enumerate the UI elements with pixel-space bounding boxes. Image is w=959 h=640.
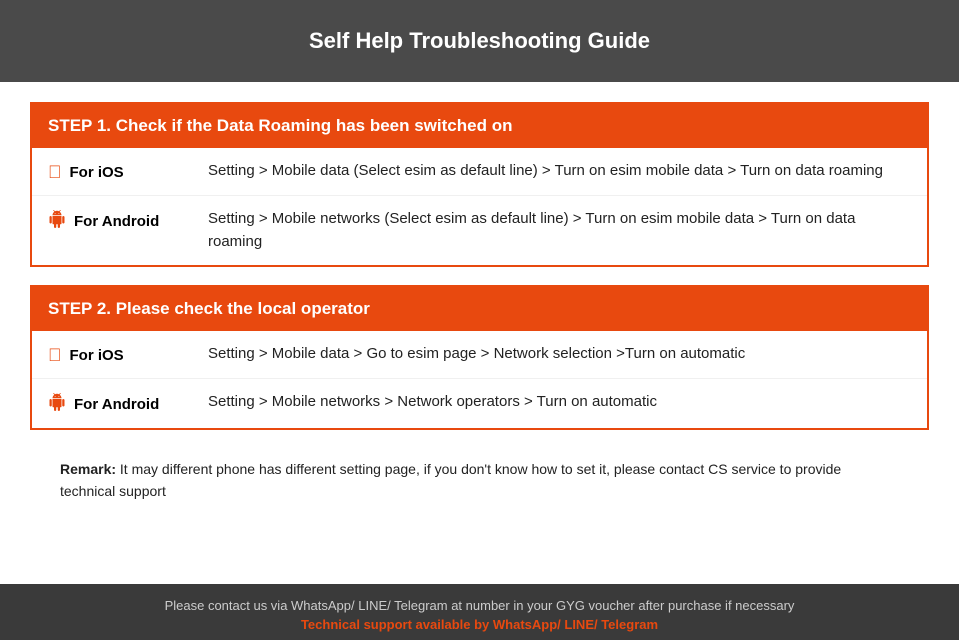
step1-ios-text: Setting > Mobile data (Select esim as de… (208, 160, 911, 183)
step1-block: STEP 1. Check if the Data Roaming has be… (30, 102, 929, 267)
remark-section: Remark: It may different phone has diffe… (30, 448, 929, 513)
step1-android-text: Setting > Mobile networks (Select esim a… (208, 208, 911, 253)
footer-support: Technical support available by WhatsApp/… (20, 617, 939, 632)
step1-ios-row:  For iOS Setting > Mobile data (Select … (32, 148, 927, 196)
step2-header: STEP 2. Please check the local operator (32, 287, 927, 331)
remark-label: Remark: (60, 461, 116, 477)
android-icon (48, 210, 66, 233)
step1-android-label: For Android (48, 208, 208, 233)
step1-body:  For iOS Setting > Mobile data (Select … (32, 148, 927, 265)
main-content: STEP 1. Check if the Data Roaming has be… (0, 82, 959, 584)
remark-text: It may different phone has different set… (60, 461, 841, 499)
step2-ios-label:  For iOS (48, 343, 208, 366)
step1-header: STEP 1. Check if the Data Roaming has be… (32, 104, 927, 148)
step2-android-label: For Android (48, 391, 208, 416)
step2-android-text: Setting > Mobile networks > Network oper… (208, 391, 911, 414)
page-header: Self Help Troubleshooting Guide (0, 0, 959, 82)
footer-contact: Please contact us via WhatsApp/ LINE/ Te… (20, 598, 939, 613)
step2-ios-row:  For iOS Setting > Mobile data > Go to … (32, 331, 927, 379)
apple-icon:  (48, 162, 62, 183)
footer: Please contact us via WhatsApp/ LINE/ Te… (0, 584, 959, 640)
android-icon-2 (48, 393, 66, 416)
step2-ios-text: Setting > Mobile data > Go to esim page … (208, 343, 911, 366)
step2-block: STEP 2. Please check the local operator … (30, 285, 929, 430)
apple-icon-2:  (48, 345, 62, 366)
step2-body:  For iOS Setting > Mobile data > Go to … (32, 331, 927, 428)
step1-android-row: For Android Setting > Mobile networks (S… (32, 196, 927, 265)
step1-ios-label:  For iOS (48, 160, 208, 183)
step2-android-row: For Android Setting > Mobile networks > … (32, 379, 927, 428)
page-title: Self Help Troubleshooting Guide (309, 28, 650, 53)
